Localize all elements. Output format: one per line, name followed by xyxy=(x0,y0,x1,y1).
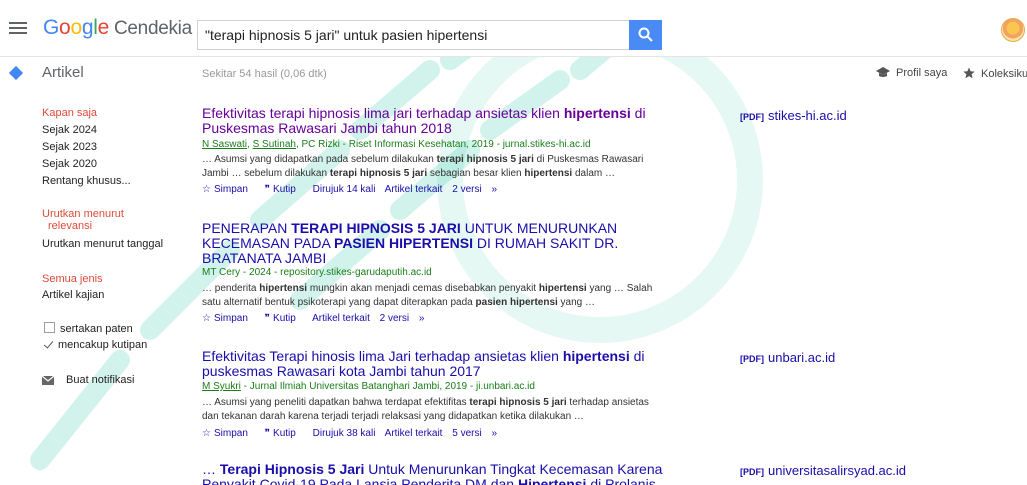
graduation-cap-icon xyxy=(876,67,890,77)
save-button[interactable]: ☆ Simpan xyxy=(202,313,255,324)
checkmark-icon xyxy=(44,340,53,349)
save-button[interactable]: ☆ Simpan xyxy=(202,428,255,439)
result-authors: N Saswati, S Sutinah, PC Rizki - Riset I… xyxy=(202,139,591,150)
result-authors: M Syukri - Jurnal Ilmiah Universitas Bat… xyxy=(202,381,535,392)
cited-by-link[interactable]: Dirujuk 14 kali xyxy=(313,184,376,195)
star-outline-icon: ☆ xyxy=(202,313,211,324)
result-title[interactable]: PENERAPAN TERAPI HIPNOSIS 5 JARI UNTUK M… xyxy=(202,221,692,266)
versions-link[interactable]: 2 versi xyxy=(380,313,409,324)
cite-button[interactable]: ❞ Kutip xyxy=(265,313,303,324)
star-outline-icon: ☆ xyxy=(202,428,211,439)
filter-custom-range[interactable]: Rentang khusus... xyxy=(42,175,131,187)
versions-link[interactable]: 2 versi xyxy=(452,184,481,195)
sort-by-date[interactable]: Urutkan menurut tanggal xyxy=(42,238,163,250)
articles-diamond-icon xyxy=(8,65,24,81)
result-title[interactable]: Efektivitas terapi hipnosis lima jari te… xyxy=(202,106,702,136)
related-articles-link[interactable]: Artikel terkait xyxy=(385,184,443,195)
sort-relevance-line1: Urutkan menurut xyxy=(42,208,124,220)
pdf-link[interactable]: [PDF] universitasalirsyad.ac.id xyxy=(740,463,906,478)
versions-link[interactable]: 5 versi xyxy=(452,428,481,439)
sort-relevance-line2: relevansi xyxy=(48,220,93,232)
profile-label: Profil saya xyxy=(896,67,948,79)
filter-since-2024[interactable]: Sejak 2024 xyxy=(42,124,97,136)
section-label: Artikel xyxy=(42,64,84,81)
result-authors: MT Cery - 2024 - repository.stikes-garud… xyxy=(202,267,432,278)
author-link[interactable]: N Saswati xyxy=(202,139,247,150)
result-snippet: … Asumsi yang peneliti dapatkan bahwa te… xyxy=(202,397,649,422)
star-outline-icon: ☆ xyxy=(202,184,211,195)
library-label: Koleksiku xyxy=(981,68,1027,80)
magnifier-icon xyxy=(638,27,653,42)
result-title[interactable]: Efektivitas Terapi hinosis lima Jari ter… xyxy=(202,349,702,379)
cite-button[interactable]: ❞ Kutip xyxy=(265,184,303,195)
type-review-articles[interactable]: Artikel kajian xyxy=(42,289,104,301)
cite-button[interactable]: ❞ Kutip xyxy=(265,428,303,439)
filter-any-time[interactable]: Kapan saja xyxy=(42,107,97,119)
save-button[interactable]: ☆ Simpan xyxy=(202,184,255,195)
google-scholar-logo[interactable]: Google Cendekia xyxy=(43,16,192,40)
result-actions: ☆ Simpan ❞ Kutip Dirujuk 14 kali Artikel t… xyxy=(202,184,504,195)
create-alert-label: Buat notifikasi xyxy=(66,374,135,386)
quote-icon: ❞ xyxy=(264,313,271,324)
author-link[interactable]: S Sutinah xyxy=(253,139,296,150)
star-icon xyxy=(963,67,975,79)
related-articles-link[interactable]: Artikel terkait xyxy=(385,428,443,439)
result-stats: Sekitar 54 hasil (0,06 dtk) xyxy=(202,68,327,80)
filter-since-2020[interactable]: Sejak 2020 xyxy=(42,158,97,170)
search-button[interactable] xyxy=(629,20,662,50)
include-patents-label: sertakan paten xyxy=(60,323,133,335)
create-alert-link[interactable]: Buat notifikasi xyxy=(42,374,134,386)
filter-since-2023[interactable]: Sejak 2023 xyxy=(42,141,97,153)
result-snippet: … Asumsi yang didapatkan pada sebelum di… xyxy=(202,154,644,179)
checkbox-empty-icon xyxy=(44,322,55,333)
search-input[interactable] xyxy=(197,20,629,50)
type-all[interactable]: Semua jenis xyxy=(42,273,103,285)
sort-by-relevance[interactable]: Urutkan menurut relevansi xyxy=(42,208,124,232)
hamburger-menu-icon[interactable] xyxy=(8,19,28,37)
quote-icon: ❞ xyxy=(264,428,271,439)
include-patents-checkbox[interactable]: sertakan paten xyxy=(44,322,133,335)
include-citations-checkbox[interactable]: mencakup kutipan xyxy=(44,339,147,351)
include-citations-label: mencakup kutipan xyxy=(58,339,148,351)
result-actions: ☆ Simpan ❞ Kutip Artikel terkait 2 versi » xyxy=(202,313,431,324)
author-link[interactable]: M Syukri xyxy=(202,381,241,392)
quote-icon: ❞ xyxy=(264,184,271,195)
envelope-icon xyxy=(42,376,54,385)
account-avatar[interactable] xyxy=(1001,18,1025,42)
result-snippet: … penderita hipertensi mungkin akan menj… xyxy=(202,283,653,308)
double-chevron-icon[interactable]: » xyxy=(419,313,425,324)
double-chevron-icon[interactable]: » xyxy=(491,428,497,439)
related-articles-link[interactable]: Artikel terkait xyxy=(312,313,370,324)
pdf-link[interactable]: [PDF] stikes-hi.ac.id xyxy=(740,108,847,123)
pdf-link[interactable]: [PDF] unbari.ac.id xyxy=(740,350,835,365)
cited-by-link[interactable]: Dirujuk 38 kali xyxy=(313,428,376,439)
result-title[interactable]: … Terapi Hipnosis 5 Jari Untuk Menurunka… xyxy=(202,462,702,485)
result-actions: ☆ Simpan ❞ Kutip Dirujuk 38 kali Artikel t… xyxy=(202,428,504,439)
profile-link[interactable]: Profil saya xyxy=(876,67,947,79)
double-chevron-icon[interactable]: » xyxy=(491,184,497,195)
library-link[interactable]: Koleksiku xyxy=(963,67,1027,80)
